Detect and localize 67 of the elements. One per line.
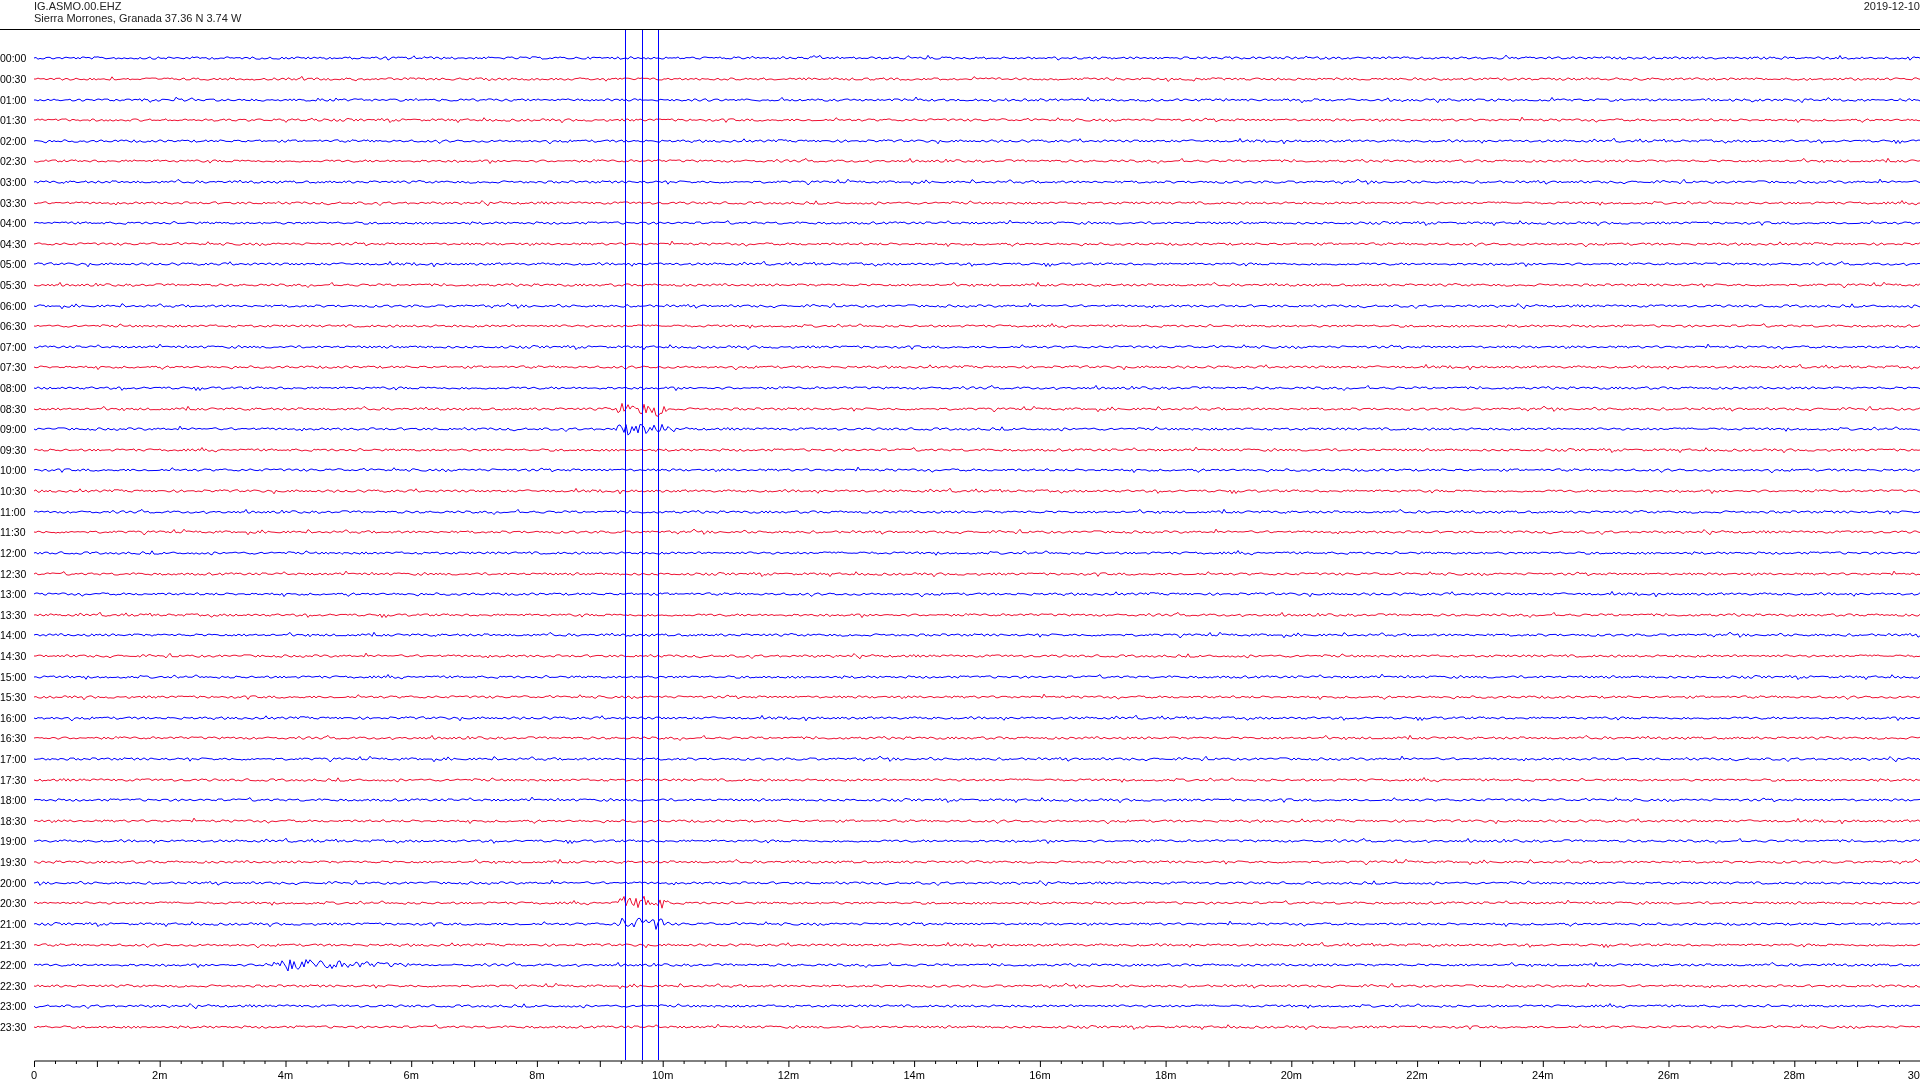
time-label: 02:30 (0, 155, 28, 168)
axis-tick-label: 18m (1154, 1069, 1177, 1080)
time-label: 03:30 (0, 196, 28, 209)
axis-tick-label: 22m (1406, 1069, 1428, 1080)
axis-tick-label: 24m (1532, 1069, 1554, 1080)
time-label: 12:30 (0, 567, 28, 580)
station-location: Sierra Morrones, Granada 37.36 N 3.74 W (34, 12, 242, 24)
time-label: 08:30 (0, 402, 28, 415)
time-label: 05:00 (0, 258, 28, 271)
axis-tick-label: 16m (1029, 1069, 1051, 1080)
axis-tick-label: 2m (152, 1069, 168, 1080)
time-label: 01:00 (0, 93, 28, 106)
channel-code: IG.ASMO.00.EHZ (34, 0, 123, 12)
time-label: 22:30 (0, 979, 28, 992)
axis-tick-label: 30 (1907, 1069, 1920, 1080)
time-label: 01:30 (0, 114, 28, 127)
axis-tick-label: 8m (529, 1069, 545, 1080)
time-label: 09:30 (0, 443, 28, 456)
time-label: 18:00 (0, 794, 28, 807)
axis-tick-label: 14m (903, 1069, 925, 1080)
time-label: 07:30 (0, 361, 28, 374)
time-label: 21:30 (0, 938, 28, 951)
time-label: 00:00 (0, 52, 28, 65)
axis-tick-label: 4m (277, 1069, 294, 1080)
time-label: 13:30 (0, 608, 28, 621)
time-label: 17:30 (0, 773, 28, 786)
time-label: 15:00 (0, 670, 28, 683)
time-label: 21:00 (0, 917, 28, 930)
time-label: 11:00 (0, 505, 27, 518)
time-label: 16:30 (0, 732, 28, 745)
time-label: 08:00 (0, 382, 28, 395)
axis-tick-label: 26m (1657, 1069, 1680, 1080)
time-label: 06:00 (0, 299, 28, 312)
time-label: 11:30 (0, 526, 27, 539)
time-label: 12:00 (0, 546, 28, 559)
record-date: 2019-12-10 (1863, 0, 1920, 12)
time-label: 19:30 (0, 856, 28, 869)
axis-tick-label: 12m (777, 1069, 800, 1080)
time-label: 19:00 (0, 835, 28, 848)
time-label: 07:00 (0, 340, 28, 353)
axis-tick-label: 0 (30, 1069, 38, 1080)
time-label: 10:00 (0, 464, 28, 477)
time-label: 14:00 (0, 629, 28, 642)
time-label: 18:30 (0, 814, 28, 827)
time-label: 00:30 (0, 72, 28, 85)
time-label: 05:30 (0, 279, 28, 291)
time-label: 06:30 (0, 320, 28, 333)
time-label: 20:30 (0, 897, 28, 910)
time-label: 14:30 (0, 649, 28, 662)
time-label: 13:00 (0, 588, 28, 601)
time-label: 15:30 (0, 691, 28, 704)
time-label: 23:30 (0, 1020, 28, 1033)
time-label: 17:00 (0, 753, 28, 765)
axis-tick-label: 6m (403, 1069, 419, 1080)
time-label: 22:00 (0, 959, 28, 972)
time-label: 20:00 (0, 876, 28, 889)
axis-tick-label: 28m (1783, 1069, 1805, 1080)
time-label: 16:00 (0, 711, 28, 724)
time-label: 09:00 (0, 423, 28, 436)
time-label: 04:30 (0, 237, 28, 250)
time-label: 23:00 (0, 1000, 28, 1013)
axis-tick-label: 20m (1280, 1069, 1303, 1080)
time-label: 03:00 (0, 175, 28, 188)
axis-tick-label: 10m (651, 1069, 674, 1080)
time-label: 10:30 (0, 485, 28, 498)
time-label: 02:00 (0, 134, 28, 147)
time-label: 04:00 (0, 217, 28, 230)
